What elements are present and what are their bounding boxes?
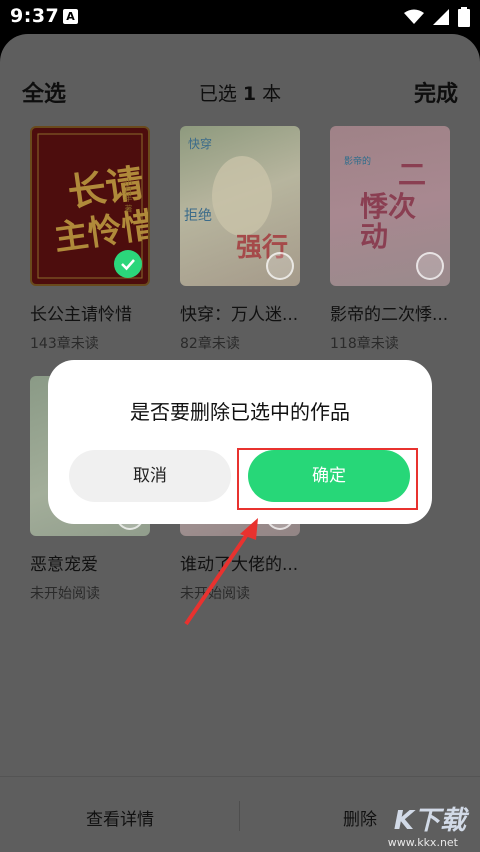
book-title: 恶意宠爱 [30,555,98,575]
done-button[interactable]: 完成 [414,76,458,108]
book-cover[interactable]: 长请 主怜惜 小月半 著 [30,126,150,286]
book-progress: 143章未读 [30,336,99,352]
book-progress: 82章未读 [180,336,240,352]
svg-text:影帝的: 影帝的 [344,155,371,167]
unselected-check-icon[interactable] [266,252,294,280]
selected-suffix: 本 [256,83,282,105]
view-details-button[interactable]: 查看详情 [0,805,240,830]
pointer-arrow-icon [184,518,258,626]
book-item[interactable]: 影帝的 二 悸次 动 影帝的二次悸... 118章未读 [330,126,452,353]
signal-icon [433,9,449,25]
svg-text:拒绝: 拒绝 [184,208,212,224]
svg-text:二: 二 [398,158,426,191]
battery-icon [458,7,470,27]
watermark-url: www.kkx.net [387,836,458,849]
book-cover[interactable]: 快穿 拒绝 强行 [180,126,300,286]
selected-count-number: 1 [242,83,257,105]
cancel-button[interactable]: 取消 [69,450,231,502]
book-progress: 未开始阅读 [30,586,100,602]
book-title: 影帝的二次悸... [330,305,449,325]
book-item[interactable]: 快穿 拒绝 强行 快穿：万人迷... 82章未读 [180,126,302,353]
svg-text:长请: 长请 [65,160,147,215]
wifi-icon [404,9,424,24]
highlight-box [237,448,418,510]
selected-check-icon[interactable] [114,250,142,278]
selected-count-label: 已选 1 本 [0,79,480,106]
selected-prefix: 已选 [198,83,243,105]
book-title: 长公主请怜惜 [30,305,132,325]
status-bar: 9:37 A [0,0,480,34]
svg-text:动: 动 [360,220,388,253]
unselected-check-icon[interactable] [416,252,444,280]
status-icons [404,7,470,27]
notification-icon: A [63,9,78,24]
book-title: 快穿：万人迷... [180,305,299,325]
edit-topbar: 全选 已选 1 本 完成 [0,34,480,124]
book-progress: 118章未读 [330,336,399,352]
cover-author: 小月半 著 [124,178,133,213]
dialog-title: 是否要删除已选中的作品 [130,400,350,424]
svg-text:快穿: 快穿 [188,136,212,151]
book-cover[interactable]: 影帝的 二 悸次 动 [330,126,450,286]
book-item[interactable]: 长请 主怜惜 小月半 著 长公主请怜惜 143章未读 [30,126,152,353]
watermark-logo: K下载 [393,806,466,836]
status-time: 9:37 [10,5,60,27]
svg-text:悸次: 悸次 [360,190,416,223]
